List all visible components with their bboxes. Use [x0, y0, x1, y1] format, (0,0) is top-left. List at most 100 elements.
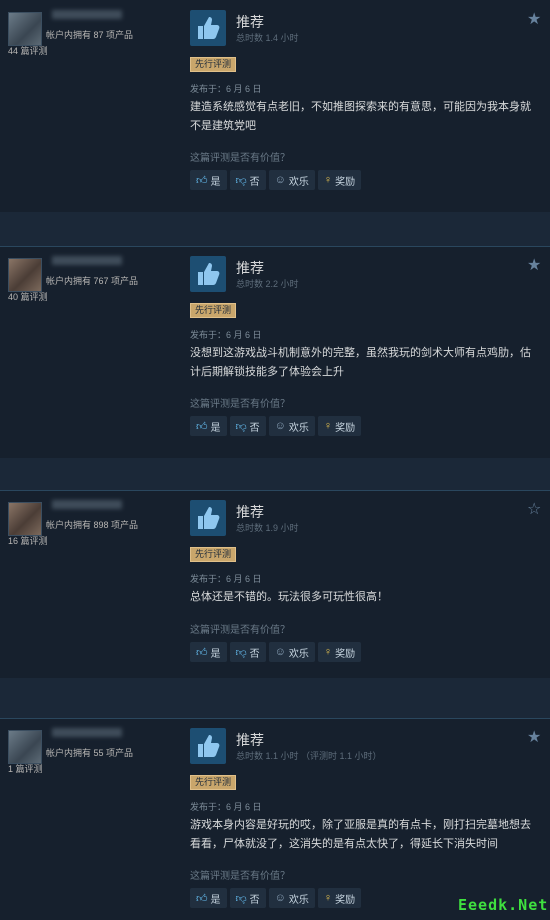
- vote-yes-button[interactable]: 👍︎ 是: [190, 888, 227, 908]
- watermark: Eeedk.Net: [458, 896, 549, 914]
- thumbs-up-icon: [190, 500, 226, 536]
- vote-funny-label: 欢乐: [288, 648, 309, 660]
- award-button[interactable]: ♀ 奖励: [317, 170, 362, 190]
- vote-funny-button[interactable]: ☺ 欢乐: [268, 416, 315, 436]
- award-button[interactable]: ♀ 奖励: [317, 642, 362, 662]
- early-access-badge: 先行评测: [190, 547, 237, 562]
- vote-buttons: 👍︎ 是 👎︎ 否 ☺ 欢乐 ♀ 奖励: [190, 888, 362, 908]
- vote-buttons: 👍︎ 是 👎︎ 否 ☺ 欢乐 ♀ 奖励: [190, 642, 362, 662]
- smiley-icon: ☺: [274, 420, 286, 432]
- blurred-username: [52, 500, 122, 509]
- award-icon: ♀: [323, 646, 333, 658]
- vote-yes-button[interactable]: 👍︎ 是: [190, 170, 227, 190]
- thumbs-down-icon: 👎︎: [235, 174, 247, 187]
- playtime: 总时数 1.4 小时: [236, 33, 299, 43]
- verdict-label: 推荐: [236, 732, 264, 748]
- early-access-badge: 先行评测: [190, 775, 237, 790]
- review-count[interactable]: 40 篇评测: [8, 290, 48, 303]
- vote-no-label: 否: [249, 894, 260, 906]
- vote-no-label: 否: [249, 648, 260, 660]
- star-icon[interactable]: ★: [527, 12, 541, 28]
- helpful-question: 这篇评测是否有价值？: [190, 625, 290, 636]
- vote-buttons: 👍︎ 是 👎︎ 否 ☺ 欢乐 ♀ 奖励: [190, 170, 362, 190]
- review-text: 总体还是不错的。玩法很多可玩性很高！: [190, 591, 388, 603]
- vote-yes-button[interactable]: 👍︎ 是: [190, 642, 227, 662]
- review-text: 没想到这游戏战斗机制意外的完整，虽然我玩的剑术大师有点鸡肋，估计后期解锁技能多了…: [190, 347, 531, 378]
- vote-funny-button[interactable]: ☺ 欢乐: [268, 642, 315, 662]
- vote-funny-label: 欢乐: [288, 176, 309, 188]
- smiley-icon: ☺: [274, 646, 286, 658]
- thumbs-up-icon: [190, 256, 226, 292]
- award-icon: ♀: [323, 174, 333, 186]
- vote-funny-button[interactable]: ☺ 欢乐: [268, 170, 315, 190]
- blurred-username: [52, 728, 122, 737]
- review-card: 帐户内拥有 87 项产品 44 篇评测 推荐 总时数 1.4 小时 ★ 先行评测…: [0, 0, 550, 212]
- verdict-label: 推荐: [236, 504, 264, 520]
- avatar[interactable]: [8, 12, 42, 46]
- review-count[interactable]: 16 篇评测: [8, 534, 48, 547]
- award-button[interactable]: ♀ 奖励: [317, 416, 362, 436]
- review-count[interactable]: 44 篇评测: [8, 44, 48, 57]
- posted-date: 发布于：6 月 6 日: [190, 574, 262, 584]
- review-card: 帐户内拥有 55 项产品 1 篇评测 推荐 总时数 1.1 小时 （评测时 1.…: [0, 718, 550, 920]
- vote-no-button[interactable]: 👎︎ 否: [229, 416, 266, 436]
- blurred-username: [52, 256, 122, 265]
- vote-no-label: 否: [249, 422, 260, 434]
- vote-funny-label: 欢乐: [288, 422, 309, 434]
- thumbs-up-icon: 👍︎: [196, 892, 208, 905]
- helpful-question: 这篇评测是否有价值？: [190, 871, 290, 882]
- thumbs-up-icon: [190, 10, 226, 46]
- vote-no-button[interactable]: 👎︎ 否: [229, 888, 266, 908]
- card-divider: [0, 490, 550, 491]
- verdict-label: 推荐: [236, 14, 264, 30]
- playtime: 总时数 1.1 小时 （评测时 1.1 小时）: [236, 751, 382, 761]
- card-divider: [0, 718, 550, 719]
- thumbs-up-icon: 👍︎: [196, 646, 208, 659]
- award-button[interactable]: ♀ 奖励: [317, 888, 362, 908]
- award-icon: ♀: [323, 892, 333, 904]
- smiley-icon: ☺: [274, 892, 286, 904]
- posted-date: 发布于：6 月 6 日: [190, 84, 262, 94]
- star-icon[interactable]: ★: [527, 730, 541, 746]
- award-label: 奖励: [335, 648, 356, 660]
- review-text: 游戏本身内容是好玩的哎，除了亚服是真的有点卡，刚打扫完墓地想去看看，尸体就没了，…: [190, 819, 531, 850]
- review-card: 帐户内拥有 767 项产品 40 篇评测 推荐 总时数 2.2 小时 ★ 先行评…: [0, 246, 550, 458]
- helpful-question: 这篇评测是否有价值？: [190, 399, 290, 410]
- thumbs-down-icon: 👎︎: [235, 420, 247, 433]
- smiley-icon: ☺: [274, 174, 286, 186]
- thumbs-down-icon: 👎︎: [235, 892, 247, 905]
- vote-funny-button[interactable]: ☺ 欢乐: [268, 888, 315, 908]
- thumbs-up-icon: [190, 728, 226, 764]
- vote-yes-label: 是: [210, 894, 221, 906]
- thumbs-up-icon: 👍︎: [196, 420, 208, 433]
- helpful-question: 这篇评测是否有价值？: [190, 153, 290, 164]
- vote-yes-label: 是: [210, 648, 221, 660]
- award-label: 奖励: [335, 894, 356, 906]
- award-label: 奖励: [335, 176, 356, 188]
- vote-no-button[interactable]: 👎︎ 否: [229, 170, 266, 190]
- award-label: 奖励: [335, 422, 356, 434]
- early-access-badge: 先行评测: [190, 57, 237, 72]
- products-owned: 帐户内拥有 87 项产品: [46, 30, 134, 40]
- star-icon[interactable]: ★: [527, 258, 541, 274]
- posted-date: 发布于：6 月 6 日: [190, 802, 262, 812]
- avatar[interactable]: [8, 502, 42, 536]
- products-owned: 帐户内拥有 767 项产品: [46, 276, 139, 286]
- thumbs-down-icon: 👎︎: [235, 646, 247, 659]
- star-outline-icon[interactable]: ☆: [527, 502, 541, 518]
- products-owned: 帐户内拥有 55 项产品: [46, 748, 134, 758]
- review-text: 建造系统感觉有点老旧，不如推图探索来的有意思，可能因为我本身就不是建筑党吧: [190, 101, 531, 132]
- vote-yes-button[interactable]: 👍︎ 是: [190, 416, 227, 436]
- vote-buttons: 👍︎ 是 👎︎ 否 ☺ 欢乐 ♀ 奖励: [190, 416, 362, 436]
- playtime: 总时数 1.9 小时: [236, 523, 299, 533]
- verdict-label: 推荐: [236, 260, 264, 276]
- posted-date: 发布于：6 月 6 日: [190, 330, 262, 340]
- review-count[interactable]: 1 篇评测: [8, 762, 43, 775]
- avatar[interactable]: [8, 258, 42, 292]
- blurred-username: [52, 10, 122, 19]
- playtime: 总时数 2.2 小时: [236, 279, 299, 289]
- vote-no-button[interactable]: 👎︎ 否: [229, 642, 266, 662]
- avatar[interactable]: [8, 730, 42, 764]
- products-owned: 帐户内拥有 898 项产品: [46, 520, 139, 530]
- card-divider: [0, 246, 550, 247]
